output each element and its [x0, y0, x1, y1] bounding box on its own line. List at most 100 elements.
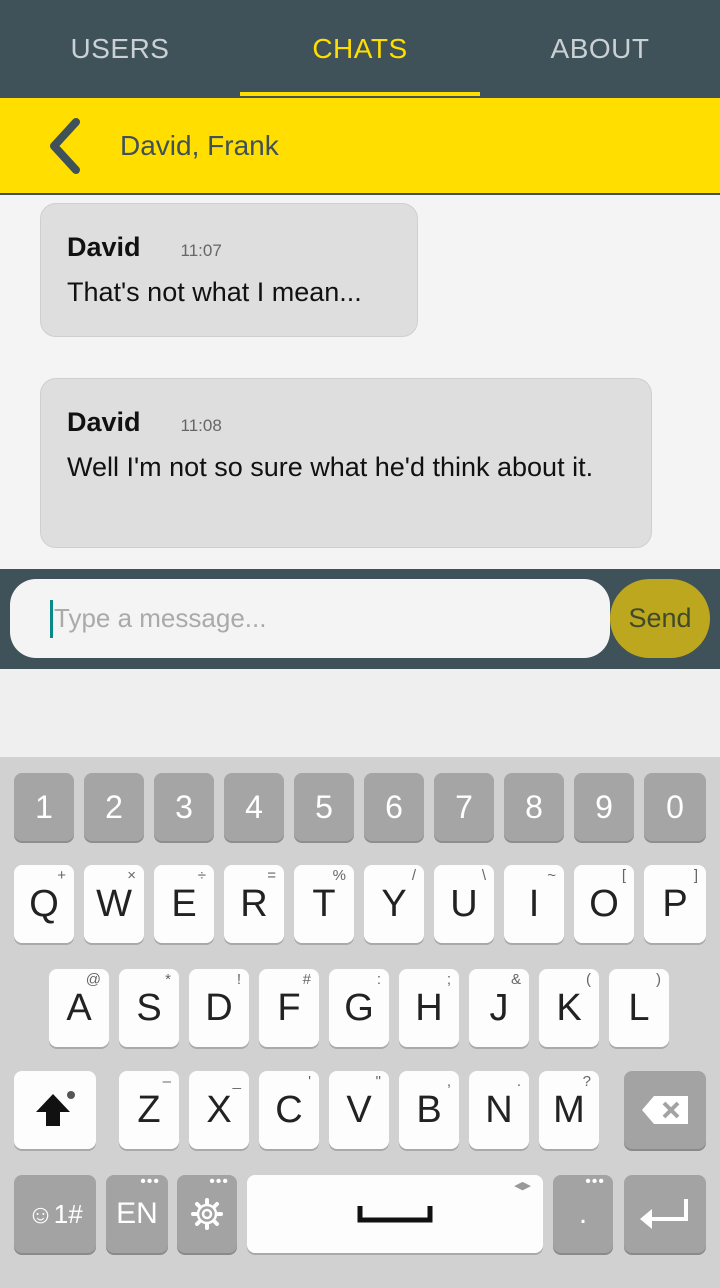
key-l[interactable]: L)	[609, 969, 669, 1047]
key-f[interactable]: F #	[259, 969, 319, 1047]
tab-about[interactable]: ABOUT	[480, 0, 720, 98]
key-label: A	[66, 986, 92, 1029]
key-4[interactable]: 4	[224, 773, 284, 841]
key-secondary: ×	[127, 867, 136, 884]
key-label: L	[628, 986, 650, 1029]
key-e[interactable]: E ÷	[154, 865, 214, 943]
key-secondary: '	[308, 1073, 311, 1090]
back-button[interactable]	[34, 116, 94, 176]
space-key[interactable]: ◀▶	[247, 1175, 543, 1253]
text-caret	[50, 599, 53, 638]
key-g[interactable]: G:	[329, 969, 389, 1047]
enter-key[interactable]	[624, 1175, 706, 1253]
key-v[interactable]: V "	[329, 1071, 389, 1149]
key-label: N	[485, 1088, 513, 1131]
key-secondary: %	[332, 867, 346, 884]
message-sender: David	[67, 407, 141, 437]
key-7[interactable]: 7	[434, 773, 494, 841]
key-secondary: *	[165, 971, 171, 988]
key-w[interactable]: W ×	[84, 865, 144, 943]
key-9[interactable]: 9	[574, 773, 634, 841]
tab-users[interactable]: USERS	[0, 0, 240, 98]
key-secondary: "	[375, 1073, 381, 1090]
key-o[interactable]: O[	[574, 865, 634, 943]
key-label: E	[171, 882, 197, 925]
key-label: H	[415, 986, 443, 1029]
key-label: F	[277, 986, 301, 1029]
key-6[interactable]: 6	[364, 773, 424, 841]
key-b[interactable]: B,	[399, 1071, 459, 1149]
period-key-label: .	[578, 1197, 588, 1230]
key-secondary: ;	[446, 971, 451, 988]
message-sender: David	[67, 232, 141, 262]
key-z[interactable]: Z –	[119, 1071, 179, 1149]
key-label: U	[450, 882, 478, 925]
key-secondary: ?	[582, 1073, 591, 1090]
key-t[interactable]: T%	[294, 865, 354, 943]
language-key[interactable]: EN •••	[106, 1173, 168, 1253]
chat-title: David, Frank	[120, 129, 279, 161]
key-secondary: .	[516, 1073, 521, 1090]
key-d[interactable]: D!	[189, 969, 249, 1047]
message-text: Well I'm not so sure what he'd think abo…	[67, 452, 594, 482]
key-label: V	[346, 1088, 372, 1131]
key-s[interactable]: S *	[119, 969, 179, 1047]
key-label: C	[275, 1088, 303, 1131]
key-3[interactable]: 3	[154, 773, 214, 841]
key-label: G	[344, 986, 374, 1029]
message-input[interactable]: Type a message...	[10, 579, 610, 658]
key-label: D	[205, 986, 233, 1029]
key-secondary: –	[162, 1073, 171, 1090]
key-i[interactable]: I ~	[504, 865, 564, 943]
key-5[interactable]: 5	[294, 773, 354, 841]
send-button[interactable]: Send	[610, 579, 710, 658]
key-label: B	[416, 1088, 442, 1131]
shift-key[interactable]	[14, 1071, 96, 1149]
key-secondary: ~	[547, 867, 556, 884]
shift-icon	[36, 1091, 75, 1126]
settings-key[interactable]: •••	[177, 1173, 237, 1253]
enter-icon	[640, 1199, 688, 1229]
key-secondary: )	[656, 971, 661, 988]
key-h[interactable]: H;	[399, 969, 459, 1047]
key-k[interactable]: K(	[539, 969, 599, 1047]
backspace-key[interactable]	[624, 1071, 706, 1149]
more-dots-icon: •••	[585, 1173, 605, 1190]
period-key[interactable]: . •••	[553, 1173, 613, 1253]
key-secondary: #	[302, 971, 311, 988]
key-secondary: !	[236, 971, 241, 988]
more-dots-icon: •••	[209, 1173, 229, 1190]
message-text: That's not what I mean...	[67, 277, 362, 307]
key-1[interactable]: 1	[14, 773, 74, 841]
key-secondary: \	[481, 867, 486, 884]
message-time: 11:07	[180, 241, 222, 260]
key-n[interactable]: N.	[469, 1071, 529, 1149]
key-2[interactable]: 2	[84, 773, 144, 841]
tab-chats[interactable]: CHATS	[240, 0, 480, 98]
key-secondary: =	[267, 867, 276, 884]
key-label: I	[528, 882, 540, 925]
key-label: X	[206, 1088, 232, 1131]
key-a[interactable]: A @	[49, 969, 109, 1047]
key-x[interactable]: X _	[189, 1071, 249, 1149]
key-r[interactable]: R =	[224, 865, 284, 943]
symbols-key-label: ☺1#	[27, 1198, 83, 1229]
message-time: 11:08	[180, 416, 222, 435]
key-m[interactable]: M?	[539, 1071, 599, 1149]
top-tab-bar: USERS CHATS ABOUT	[0, 0, 720, 98]
key-q[interactable]: Q +	[14, 865, 74, 943]
message-list[interactable]: David 11:07 That's not what I mean... Da…	[0, 195, 720, 569]
key-u[interactable]: U \	[434, 865, 494, 943]
key-0[interactable]: 0	[644, 773, 706, 841]
key-secondary: :	[376, 971, 381, 988]
key-y[interactable]: Y /	[364, 865, 424, 943]
key-p[interactable]: P]	[644, 865, 706, 943]
key-secondary: &	[510, 971, 521, 988]
key-secondary: @	[85, 971, 101, 988]
key-j[interactable]: J &	[469, 969, 529, 1047]
key-c[interactable]: C '	[259, 1071, 319, 1149]
symbols-key[interactable]: ☺1#	[14, 1175, 96, 1253]
key-8[interactable]: 8	[504, 773, 564, 841]
key-secondary: (	[586, 971, 591, 988]
key-secondary: ,	[446, 1073, 451, 1090]
